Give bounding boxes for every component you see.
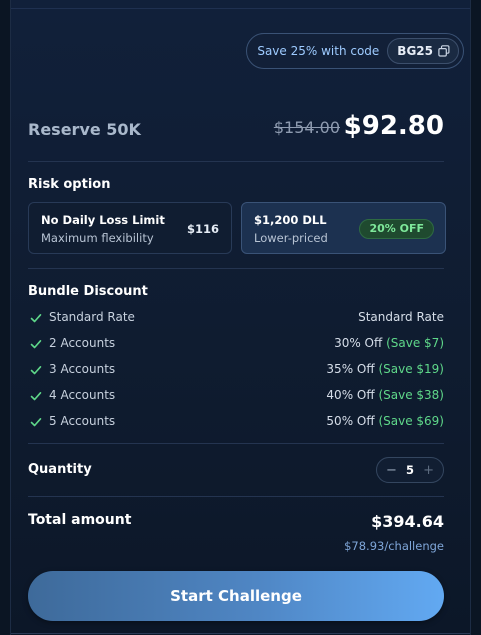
discount-value: 35% Off bbox=[326, 362, 375, 376]
per-challenge-price: $78.93/challenge bbox=[344, 539, 444, 553]
save-amount: (Save $19) bbox=[378, 362, 444, 376]
risk-option-price: $116 bbox=[186, 222, 219, 236]
risk-option-subtitle: Lower-priced bbox=[254, 231, 328, 245]
risk-option-dll[interactable]: $1,200 DLL Lower-priced 20% OFF bbox=[241, 202, 446, 254]
decrement-button[interactable]: − bbox=[386, 464, 397, 477]
risk-option-subtitle: Maximum flexibility bbox=[41, 231, 154, 245]
bundle-row: Standard Rate Standard Rate bbox=[28, 310, 444, 326]
promo-banner: Save 25% with code BG25 bbox=[246, 33, 464, 69]
increment-button[interactable]: + bbox=[423, 464, 434, 477]
bundle-row-discount: 40% Off (Save $38) bbox=[326, 388, 444, 402]
risk-option-no-dll[interactable]: No Daily Loss Limit Maximum flexibility … bbox=[28, 202, 232, 254]
check-icon bbox=[30, 392, 42, 401]
total-label: Total amount bbox=[28, 512, 132, 528]
risk-option-label: Risk option bbox=[28, 177, 111, 192]
bundle-row: 3 Accounts 35% Off (Save $19) bbox=[28, 362, 444, 378]
save-amount: (Save $69) bbox=[378, 414, 444, 428]
divider bbox=[28, 268, 444, 269]
new-price: $92.80 bbox=[343, 111, 444, 141]
bundle-row-label: 4 Accounts bbox=[49, 388, 116, 402]
check-icon bbox=[30, 366, 42, 375]
divider bbox=[28, 496, 444, 497]
check-icon bbox=[30, 314, 42, 323]
discount-value: Standard Rate bbox=[358, 310, 444, 324]
bundle-row-discount: 35% Off (Save $19) bbox=[326, 362, 444, 376]
check-icon bbox=[30, 340, 42, 349]
check-icon bbox=[30, 418, 42, 427]
quantity-stepper: − 5 + bbox=[376, 457, 444, 483]
bundle-row: 2 Accounts 30% Off (Save $7) bbox=[28, 336, 444, 352]
product-title: Reserve 50K bbox=[28, 120, 141, 139]
start-challenge-button[interactable]: Start Challenge bbox=[28, 571, 444, 621]
save-amount: (Save $38) bbox=[378, 388, 444, 402]
risk-option-title: No Daily Loss Limit bbox=[41, 213, 165, 227]
save-amount: (Save $7) bbox=[386, 336, 444, 350]
top-divider bbox=[11, 8, 470, 9]
promo-text: Save 25% with code bbox=[257, 44, 380, 58]
quantity-value: 5 bbox=[405, 463, 414, 477]
bundle-row-label: 2 Accounts bbox=[49, 336, 116, 350]
total-amount: $394.64 bbox=[371, 512, 444, 531]
divider bbox=[28, 161, 444, 162]
promo-code-copy-button[interactable]: BG25 bbox=[387, 38, 459, 64]
bundle-row-discount: Standard Rate bbox=[358, 310, 444, 324]
checkout-panel: Save 25% with code BG25 Reserve 50K $154… bbox=[10, 0, 471, 635]
bundle-row-discount: 50% Off (Save $69) bbox=[326, 414, 444, 428]
bundle-row-label: Standard Rate bbox=[49, 310, 135, 324]
quantity-label: Quantity bbox=[28, 462, 92, 477]
bundle-row-label: 5 Accounts bbox=[49, 414, 116, 428]
bundle-row: 5 Accounts 50% Off (Save $69) bbox=[28, 414, 444, 430]
copy-icon bbox=[438, 45, 450, 57]
divider bbox=[28, 443, 444, 444]
start-challenge-label: Start Challenge bbox=[170, 587, 302, 605]
bundle-row-label: 3 Accounts bbox=[49, 362, 116, 376]
bottom-divider bbox=[11, 633, 470, 634]
old-price: $154.00 bbox=[273, 118, 340, 137]
discount-value: 50% Off bbox=[326, 414, 375, 428]
promo-code: BG25 bbox=[397, 44, 433, 58]
bundle-row-discount: 30% Off (Save $7) bbox=[334, 336, 444, 350]
bundle-discount-label: Bundle Discount bbox=[28, 284, 148, 299]
discount-value: 30% Off bbox=[334, 336, 383, 350]
bundle-row: 4 Accounts 40% Off (Save $38) bbox=[28, 388, 444, 404]
discount-value: 40% Off bbox=[326, 388, 375, 402]
discount-badge: 20% OFF bbox=[359, 219, 434, 239]
risk-option-title: $1,200 DLL bbox=[254, 213, 327, 227]
